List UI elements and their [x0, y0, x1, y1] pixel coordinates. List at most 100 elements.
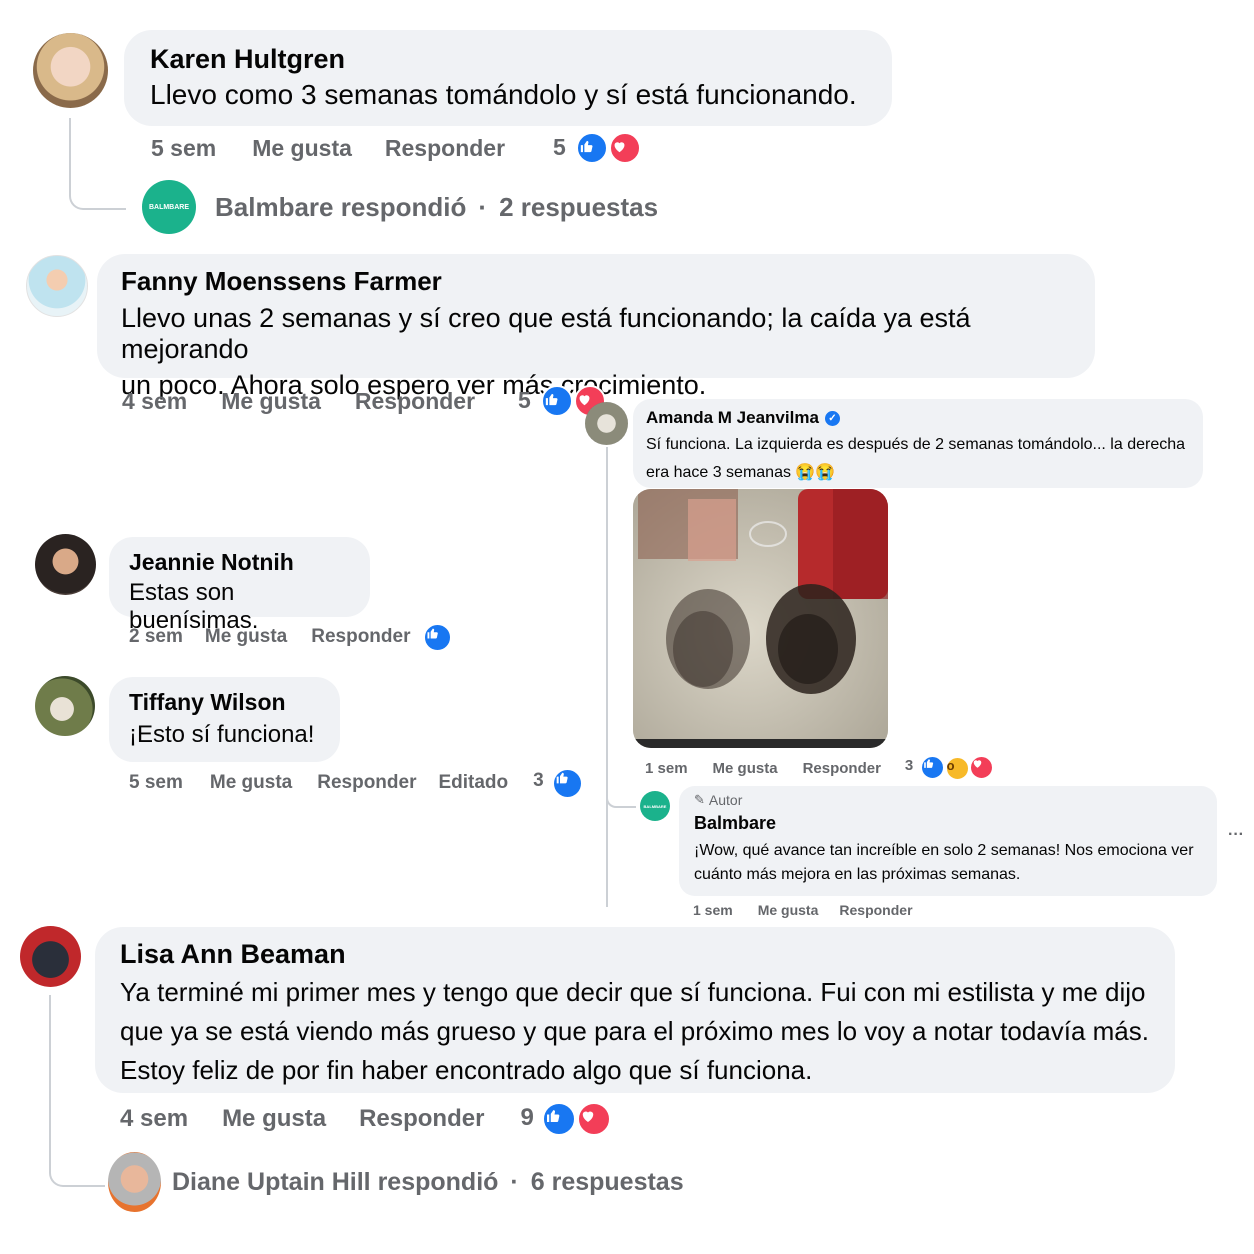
comment-bubble: Amanda M Jeanvilma ✓ Sí funciona. La izq…	[633, 399, 1203, 488]
thread-line	[49, 995, 105, 1187]
comment-author[interactable]: Balmbare	[694, 813, 1202, 834]
comment-author[interactable]: Karen Hultgren	[150, 44, 866, 75]
like-button[interactable]: Me gusta	[758, 902, 819, 918]
attached-photo[interactable]	[633, 489, 888, 748]
author-badge: ✎ Autor	[694, 792, 1202, 808]
comment-actions: 4 sem Me gusta Responder 9	[120, 1102, 612, 1136]
like-button[interactable]: Me gusta	[252, 135, 352, 162]
pencil-icon: ✎	[694, 792, 705, 807]
thread-line	[69, 118, 126, 210]
author-name[interactable]: Amanda M Jeanvilma	[646, 408, 819, 428]
avatar[interactable]	[585, 402, 628, 445]
view-replies-link[interactable]: Diane Uptain Hill respondió · 6 respuest…	[108, 1152, 684, 1212]
comment-bubble: Karen Hultgren Llevo como 3 semanas tomá…	[124, 30, 892, 126]
comment-author[interactable]: Jeannie Notnih	[129, 549, 350, 576]
heart-icon	[608, 132, 641, 164]
comment-author[interactable]: Fanny Moenssens Farmer	[121, 266, 1071, 297]
avatar[interactable]	[20, 926, 81, 987]
reply-button[interactable]: Responder	[311, 626, 410, 648]
reaction-count: 3	[904, 757, 914, 774]
comment-time[interactable]: 5 sem	[129, 772, 183, 794]
comment-time[interactable]: 1 sem	[693, 902, 733, 918]
like-button[interactable]: Me gusta	[210, 772, 292, 794]
avatar[interactable]	[35, 676, 95, 736]
comment-time[interactable]: 4 sem	[122, 388, 187, 415]
avatar[interactable]	[35, 534, 96, 595]
comment-actions: 5 sem Me gusta Responder Editado 3	[129, 767, 584, 799]
comment-text: ¡Esto sí funciona!	[129, 721, 315, 748]
reply-button[interactable]: Responder	[839, 902, 912, 918]
more-options-button[interactable]: ···	[1228, 826, 1244, 844]
comment-text: cuánto más mejora en las próximas semana…	[694, 866, 1021, 883]
comment-time[interactable]: 2 sem	[129, 626, 183, 648]
reply-author: Balmbare respondió	[215, 191, 467, 222]
reply-button[interactable]: Responder	[359, 1105, 484, 1133]
comment-bubble: Tiffany Wilson ¡Esto sí funciona!	[109, 677, 340, 762]
comment-time[interactable]: 1 sem	[645, 760, 688, 777]
reply-count: 2 respuestas	[499, 191, 659, 222]
comment-actions: 5 sem Me gusta Responder 5	[151, 132, 641, 164]
thread-line	[606, 780, 636, 808]
reply-button[interactable]: Responder	[355, 388, 475, 415]
comment-author[interactable]: Amanda M Jeanvilma ✓	[646, 408, 1190, 428]
comment-bubble: Lisa Ann Beaman Ya terminé mi primer mes…	[95, 927, 1175, 1093]
brand-logo: BALMBARE	[148, 203, 190, 211]
comment-author[interactable]: Tiffany Wilson	[129, 689, 320, 716]
verified-badge-icon: ✓	[824, 410, 840, 426]
badge-label: Autor	[708, 792, 743, 808]
reaction-summary[interactable]: 3 o	[905, 755, 994, 781]
thumbs-up-icon	[920, 755, 946, 780]
comment-bubble: Fanny Moenssens Farmer Llevo unas 2 sema…	[97, 254, 1095, 400]
comment-author[interactable]: Lisa Ann Beaman	[120, 939, 1150, 970]
avatar[interactable]	[26, 255, 88, 317]
reply-author: Diane Uptain Hill respondió	[172, 1167, 499, 1196]
thumbs-up-icon	[542, 1102, 577, 1136]
reaction-summary[interactable]: 9	[520, 1102, 612, 1136]
wow-face-icon: o	[944, 756, 970, 781]
reaction-summary[interactable]: 5	[553, 132, 641, 164]
comment-time[interactable]: 4 sem	[120, 1105, 188, 1133]
reply-button[interactable]: Responder	[317, 772, 416, 794]
like-button[interactable]: Me gusta	[713, 760, 778, 777]
comment-text: Llevo unas 2 semanas y sí creo que está …	[121, 303, 971, 364]
comment-text: Llevo como 3 semanas tomándolo y sí está…	[150, 79, 857, 110]
brand-logo: BALMBARE	[643, 803, 667, 809]
comment-actions: 1 sem Me gusta Responder	[693, 899, 913, 921]
edited-label: Editado	[438, 772, 509, 793]
comment-actions: 2 sem Me gusta Responder	[129, 622, 453, 652]
comment-text: Ya terminé mi primer mes y tengo que dec…	[120, 977, 1146, 1007]
reaction-count: 5	[518, 387, 531, 413]
comment-text: Estoy feliz de por fin haber encontrado …	[120, 1055, 813, 1085]
comment-time[interactable]: 5 sem	[151, 135, 216, 162]
separator-dot: ·	[478, 191, 488, 222]
reply-button[interactable]: Responder	[385, 135, 505, 162]
separator-dot: ·	[510, 1167, 519, 1196]
reaction-count: 3	[533, 769, 544, 791]
heart-icon	[577, 1102, 612, 1136]
comment-text: era hace 3 semanas 😭😭	[646, 464, 836, 481]
reaction-count: 9	[520, 1104, 534, 1131]
heart-icon	[968, 755, 994, 780]
comment-bubble: Jeannie Notnih Estas son buenísimas.	[109, 537, 370, 634]
avatar	[108, 1152, 161, 1212]
hair-comparison-photo	[633, 489, 888, 748]
comment-text: ¡Wow, qué avance tan increíble en solo 2…	[694, 842, 1194, 859]
thumbs-up-icon	[552, 767, 584, 799]
thumbs-up-icon[interactable]	[423, 622, 453, 652]
view-replies-link[interactable]: BALMBARE Balmbare respondió · 2 respuest…	[142, 180, 658, 234]
comment-text: que ya se está viendo más grueso y que p…	[120, 1016, 1149, 1046]
avatar: BALMBARE	[142, 180, 196, 234]
reaction-summary[interactable]: 3	[533, 767, 584, 799]
reaction-count: 5	[553, 134, 566, 160]
avatar[interactable]	[33, 33, 108, 108]
comment-actions: 1 sem Me gusta Responder 3 o	[645, 755, 994, 781]
reply-button[interactable]: Responder	[803, 760, 881, 777]
thread-line	[606, 447, 608, 907]
like-button[interactable]: Me gusta	[222, 1105, 326, 1133]
avatar[interactable]: BALMBARE	[640, 791, 670, 821]
comment-actions: 4 sem Me gusta Responder 5	[122, 385, 606, 417]
thumbs-up-icon	[576, 132, 609, 164]
like-button[interactable]: Me gusta	[205, 626, 287, 648]
comment-bubble: ✎ Autor Balmbare ¡Wow, qué avance tan in…	[679, 786, 1217, 896]
like-button[interactable]: Me gusta	[221, 388, 321, 415]
